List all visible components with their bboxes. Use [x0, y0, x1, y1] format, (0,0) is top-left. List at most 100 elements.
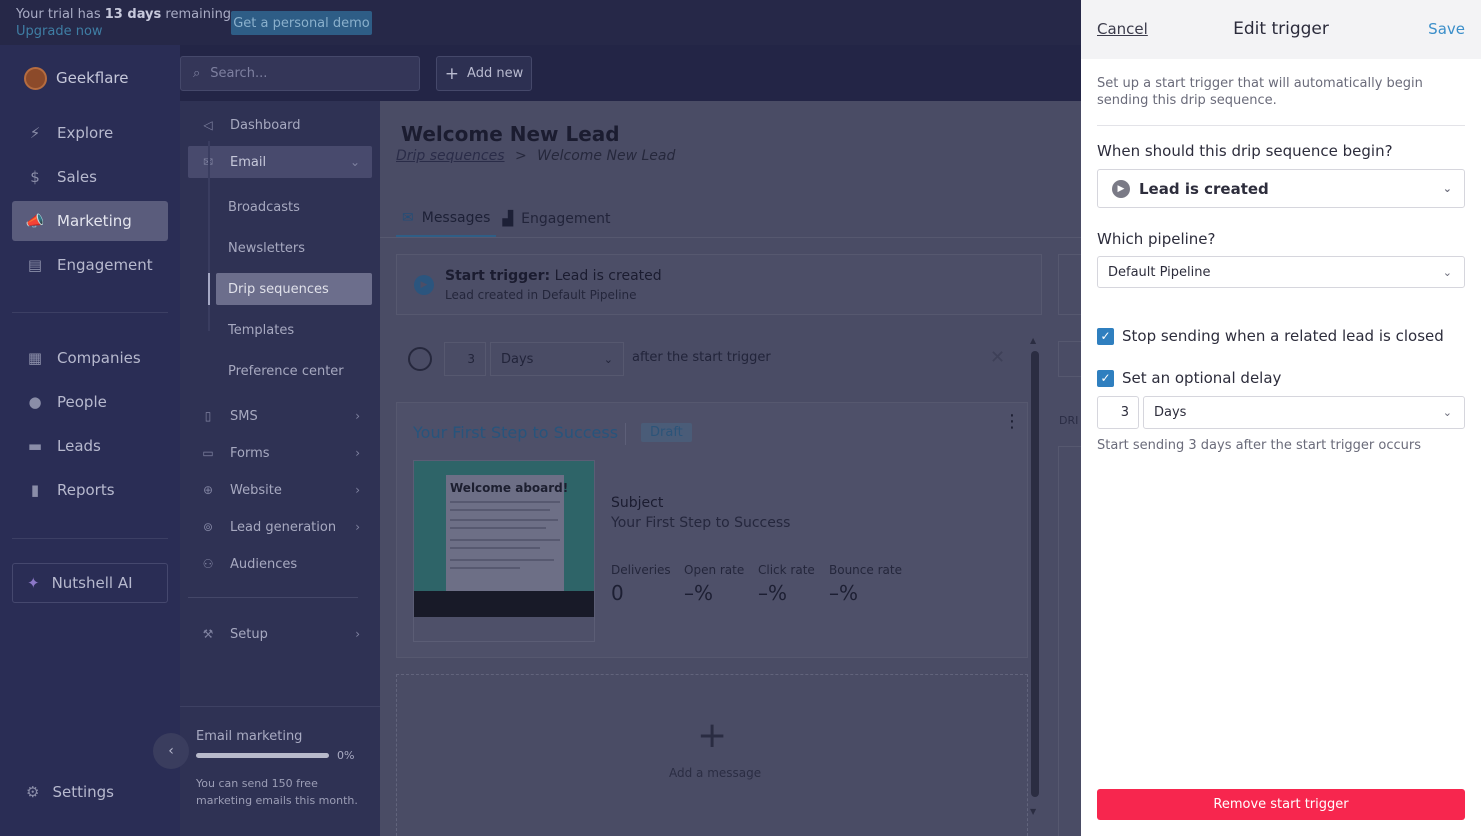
- chevron-right-icon: ›: [355, 627, 360, 641]
- usage-progress-bar: [196, 753, 329, 758]
- nav-item-reports[interactable]: ▮ Reports: [12, 470, 168, 510]
- nav-item-companies[interactable]: ▦ Companies: [12, 338, 168, 378]
- optional-delay-row: ✓ Set an optional delay: [1097, 369, 1281, 387]
- subnav-broadcasts[interactable]: Broadcasts: [216, 191, 372, 223]
- stop-sending-checkbox[interactable]: ✓: [1097, 327, 1114, 345]
- breadcrumb-link[interactable]: Drip sequences: [396, 148, 505, 164]
- begin-trigger-value: Lead is created: [1139, 179, 1269, 198]
- trial-days: 13 days: [104, 7, 162, 22]
- subnav-email[interactable]: ✉ Email ⌄: [188, 146, 372, 178]
- subnav-audiences[interactable]: ⚇ Audiences: [188, 548, 372, 580]
- stat-label: Click rate: [758, 563, 815, 577]
- message-card[interactable]: Your First Step to Success Draft ⋮ Welco…: [396, 402, 1028, 658]
- close-icon[interactable]: ✕: [990, 347, 1005, 368]
- lead-icon: ▶: [1112, 179, 1130, 198]
- stop-sending-label[interactable]: Stop sending when a related lead is clos…: [1122, 327, 1444, 345]
- subnav-dashboard[interactable]: ◁ Dashboard: [188, 109, 372, 141]
- personal-demo-button[interactable]: Get a personal demo: [231, 11, 372, 35]
- subnav-sms[interactable]: ▯ SMS ›: [188, 400, 372, 432]
- add-new-label: Add new: [467, 66, 524, 81]
- tab-engagement[interactable]: ▟ Engagement: [496, 201, 616, 237]
- nav-label: Reports: [57, 481, 115, 499]
- add-message-button[interactable]: + Add a message: [396, 674, 1028, 836]
- nav-item-people[interactable]: ● People: [12, 382, 168, 422]
- sparkle-icon: ✦: [27, 574, 40, 592]
- subnav-templates[interactable]: Templates: [216, 314, 372, 346]
- delay-after-text: after the start trigger: [632, 350, 771, 365]
- chevron-right-icon: ›: [355, 409, 360, 423]
- scroll-up-arrow[interactable]: ▲: [1030, 336, 1036, 345]
- delay-unit-select[interactable]: Days ⌄: [490, 342, 624, 376]
- status-badge: Draft: [641, 423, 692, 442]
- plus-icon: +: [444, 63, 460, 84]
- delay-unit-value: Days: [501, 351, 534, 367]
- subnav-newsletters[interactable]: Newsletters: [216, 232, 372, 264]
- optional-delay-label[interactable]: Set an optional delay: [1122, 369, 1281, 387]
- subnav-setup[interactable]: ⚒ Setup ›: [188, 618, 372, 650]
- drawer-header: Cancel Edit trigger Save: [1081, 0, 1481, 59]
- ticket-icon: ▬: [27, 437, 43, 455]
- pipeline-select[interactable]: Default Pipeline ⌄: [1097, 256, 1465, 288]
- save-button[interactable]: Save: [1428, 20, 1465, 38]
- search-input[interactable]: ⌕ Search...: [180, 56, 420, 91]
- more-options-icon[interactable]: ⋮: [1003, 413, 1021, 431]
- play-icon: ▶: [414, 275, 434, 295]
- nav-item-settings[interactable]: ⚙ Settings: [12, 772, 168, 812]
- delay-number-input[interactable]: 3: [444, 342, 486, 376]
- nav-item-sales[interactable]: $ Sales: [12, 157, 168, 197]
- preview-text-line: [450, 547, 540, 549]
- side-panel-label: DRI: [1059, 414, 1079, 427]
- brand[interactable]: Geekflare: [24, 66, 128, 90]
- preview-footer: [414, 591, 594, 617]
- optional-delay-checkbox[interactable]: ✓: [1097, 369, 1114, 387]
- bar-chart-icon: ▟: [502, 211, 514, 227]
- nav-item-leads[interactable]: ▬ Leads: [12, 426, 168, 466]
- collapse-sidebar-button[interactable]: ‹: [153, 733, 189, 769]
- stat-open-rate: Open rate –%: [684, 563, 744, 605]
- phone-icon: ▯: [204, 409, 212, 423]
- subnav-label: Website: [230, 482, 282, 498]
- nav-item-explore[interactable]: ⚡ Explore: [12, 113, 168, 153]
- nutshell-ai-button[interactable]: ✦ Nutshell AI: [12, 563, 168, 603]
- subnav-label: Email: [230, 154, 267, 170]
- remove-start-trigger-button[interactable]: Remove start trigger: [1097, 789, 1465, 820]
- subnav-forms[interactable]: ▭ Forms ›: [188, 437, 372, 469]
- nav-label: Marketing: [57, 212, 132, 230]
- delay-row: 3 Days ⌄ after the start trigger ✕: [396, 341, 1036, 377]
- nav-label: People: [57, 393, 107, 411]
- delay-number-input[interactable]: 3: [1097, 396, 1139, 429]
- subnav-preference-center[interactable]: Preference center: [216, 355, 372, 387]
- delay-note: Start sending 3 days after the start tri…: [1097, 438, 1422, 453]
- main-content: Welcome New Lead Drip sequences > Welcom…: [380, 101, 1081, 836]
- nav-divider: [12, 312, 168, 313]
- delay-unit-value: Days: [1154, 405, 1187, 420]
- subnav-drip-sequences[interactable]: Drip sequences: [216, 273, 372, 305]
- subnav-website[interactable]: ⊕ Website ›: [188, 474, 372, 506]
- upgrade-link[interactable]: Upgrade now: [16, 24, 103, 39]
- globe-icon: ⊕: [202, 483, 214, 497]
- nav-item-engagement[interactable]: ▤ Engagement: [12, 245, 168, 285]
- subnav-lead-generation[interactable]: ⊚ Lead generation ›: [188, 511, 372, 543]
- gear-icon: ⚙: [26, 783, 40, 801]
- lightning-icon: ⚡: [29, 124, 41, 142]
- nav-item-marketing[interactable]: 📣 Marketing: [12, 201, 168, 241]
- usage-note: You can send 150 free marketing emails t…: [196, 777, 358, 807]
- dollar-icon: $: [30, 168, 40, 186]
- delay-unit-select[interactable]: Days ⌄: [1143, 396, 1465, 429]
- tab-messages[interactable]: ✉ Messages: [396, 201, 497, 237]
- stat-value: –%: [829, 581, 859, 605]
- subnav-label: Forms: [230, 445, 270, 461]
- scrollbar-thumb[interactable]: [1031, 351, 1039, 797]
- message-preview-thumbnail[interactable]: Welcome aboard!: [413, 460, 595, 642]
- start-trigger-card[interactable]: ▶ Start trigger: Lead is created Lead cr…: [396, 254, 1042, 315]
- stop-sending-row: ✓ Stop sending when a related lead is cl…: [1097, 327, 1444, 345]
- email-marketing-usage: Email marketing 0% You can send 150 free…: [180, 706, 380, 836]
- people-icon: ⚇: [202, 557, 214, 571]
- message-title[interactable]: Your First Step to Success: [413, 423, 618, 442]
- begin-trigger-select[interactable]: ▶ Lead is created ⌄: [1097, 169, 1465, 208]
- chevron-down-icon: ⌄: [1442, 182, 1452, 195]
- nav-label: Leads: [57, 437, 101, 455]
- wrench-icon: ⚒: [202, 627, 214, 641]
- add-new-button[interactable]: + Add new: [436, 56, 532, 91]
- scroll-down-arrow[interactable]: ▼: [1030, 807, 1036, 816]
